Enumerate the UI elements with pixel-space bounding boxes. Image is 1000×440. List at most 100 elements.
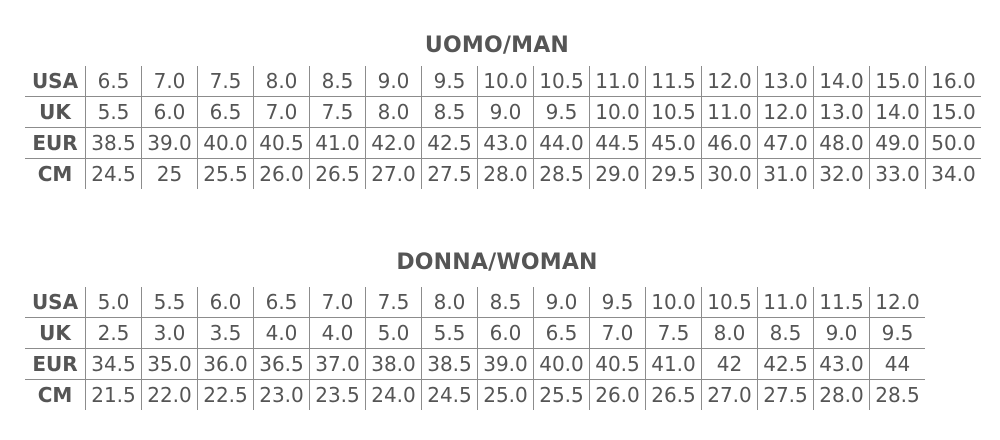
size-cell: 22.5 bbox=[197, 379, 254, 410]
size-cell: 42 bbox=[701, 348, 758, 380]
size-cell: 24.5 bbox=[421, 379, 478, 410]
size-cell: 7.5 bbox=[309, 96, 366, 128]
size-cell: 28.0 bbox=[477, 158, 534, 189]
size-cell: 23.0 bbox=[253, 379, 310, 410]
table-row: USA 5.0 5.5 6.0 6.5 7.0 7.5 8.0 8.5 9.0 9.5 10.0 10.… bbox=[25, 287, 925, 318]
size-cell: 44.5 bbox=[589, 127, 646, 159]
size-cell: 10.5 bbox=[701, 287, 758, 318]
size-cell: 8.5 bbox=[309, 66, 366, 97]
size-cell: 9.5 bbox=[869, 317, 925, 349]
size-cell: 41.0 bbox=[645, 348, 702, 380]
size-cell: 36.0 bbox=[197, 348, 254, 380]
row-label: UK bbox=[25, 317, 86, 349]
size-cell: 3.5 bbox=[197, 317, 254, 349]
size-cell: 27.5 bbox=[421, 158, 478, 189]
size-cell: 40.5 bbox=[253, 127, 310, 159]
size-cell: 7.5 bbox=[197, 66, 254, 97]
size-cell: 33.0 bbox=[869, 158, 926, 189]
size-cell: 39.0 bbox=[477, 348, 534, 380]
size-cell: 4.0 bbox=[253, 317, 310, 349]
size-cell: 6.0 bbox=[197, 287, 254, 318]
size-cell: 4.0 bbox=[309, 317, 366, 349]
size-cell: 12.0 bbox=[869, 287, 925, 318]
size-cell: 36.5 bbox=[253, 348, 310, 380]
size-cell: 6.5 bbox=[197, 96, 254, 128]
size-cell: 13.0 bbox=[813, 96, 870, 128]
size-cell: 24.0 bbox=[365, 379, 422, 410]
size-cell: 9.0 bbox=[813, 317, 870, 349]
men-size-chart-title: UOMO/MAN bbox=[424, 33, 570, 58]
size-cell: 13.0 bbox=[757, 66, 814, 97]
size-cell: 29.0 bbox=[589, 158, 646, 189]
table-row: CM 24.5 25 25.5 26.0 26.5 27.0 27.5 28.0 28.5 29.0… bbox=[25, 158, 981, 189]
size-cell: 43.0 bbox=[813, 348, 870, 380]
size-cell: 42.5 bbox=[757, 348, 814, 380]
size-cell: 34.5 bbox=[85, 348, 142, 380]
size-cell: 12.0 bbox=[701, 66, 758, 97]
table-row: EUR 34.5 35.0 36.0 36.5 37.0 38.0 38.5 39.0 40.0 4… bbox=[25, 348, 925, 380]
size-cell: 49.0 bbox=[869, 127, 926, 159]
size-cell: 2.5 bbox=[85, 317, 142, 349]
size-cell: 8.5 bbox=[757, 317, 814, 349]
size-cell: 40.0 bbox=[197, 127, 254, 159]
size-cell: 25.5 bbox=[197, 158, 254, 189]
size-cell: 26.5 bbox=[645, 379, 702, 410]
size-cell: 40.5 bbox=[589, 348, 646, 380]
row-label: USA bbox=[31, 290, 79, 314]
size-cell: 43.0 bbox=[477, 127, 534, 159]
size-cell: 21.5 bbox=[85, 379, 142, 410]
size-cell: 11.0 bbox=[589, 66, 646, 97]
size-cell: 10.5 bbox=[533, 66, 590, 97]
size-cell: 27.0 bbox=[365, 158, 422, 189]
size-cell: 7.5 bbox=[365, 287, 422, 318]
size-cell: 8.0 bbox=[421, 287, 478, 318]
table-row: UK 2.5 3.0 3.5 4.0 4.0 5.0 5.5 6.0 6.5 7.0 7.5 8.0 8.… bbox=[25, 317, 925, 349]
size-cell: 45.0 bbox=[645, 127, 702, 159]
size-cell: 35.0 bbox=[141, 348, 198, 380]
size-cell: 28.5 bbox=[869, 379, 925, 410]
size-cell: 28.0 bbox=[813, 379, 870, 410]
size-cell: 7.5 bbox=[645, 317, 702, 349]
size-cell: 8.5 bbox=[477, 287, 534, 318]
size-cell: 7.0 bbox=[141, 66, 198, 97]
size-cell: 22.0 bbox=[141, 379, 198, 410]
size-cell: 31.0 bbox=[757, 158, 814, 189]
row-label: CM bbox=[25, 158, 86, 189]
size-cell: 50.0 bbox=[925, 127, 981, 159]
size-cell: 27.0 bbox=[701, 379, 758, 410]
table-row: USA 6.5 7.0 7.5 8.0 8.5 9.0 9.5 10.0 10.5 11.0 11.5… bbox=[25, 66, 981, 97]
size-cell: 5.5 bbox=[141, 287, 198, 318]
row-label: EUR bbox=[25, 348, 86, 380]
size-cell: 10.5 bbox=[645, 96, 702, 128]
size-cell: 6.0 bbox=[141, 96, 198, 128]
size-cell: 25 bbox=[141, 158, 198, 189]
men-size-table: USA 6.5 7.0 7.5 8.0 8.5 9.0 9.5 10.0 10.5 11.0 11.5… bbox=[25, 66, 981, 189]
size-cell: 15.0 bbox=[925, 96, 981, 128]
size-cell: 30.0 bbox=[701, 158, 758, 189]
size-cell: 9.0 bbox=[533, 287, 590, 318]
size-cell: 46.0 bbox=[701, 127, 758, 159]
size-cell: 7.0 bbox=[253, 96, 310, 128]
size-cell: 26.5 bbox=[309, 158, 366, 189]
size-cell: 38.5 bbox=[421, 348, 478, 380]
size-cell: 10.0 bbox=[477, 66, 534, 97]
size-cell: 6.5 bbox=[85, 66, 142, 97]
size-cell: 25.0 bbox=[477, 379, 534, 410]
size-cell: 32.0 bbox=[813, 158, 870, 189]
size-cell: 48.0 bbox=[813, 127, 870, 159]
row-label: CM bbox=[25, 379, 86, 410]
row-label: EUR bbox=[25, 127, 86, 159]
size-cell: 23.5 bbox=[309, 379, 366, 410]
size-cell: 9.5 bbox=[533, 96, 590, 128]
size-cell: 11.0 bbox=[701, 96, 758, 128]
size-cell: 38.0 bbox=[365, 348, 422, 380]
size-cell: 6.5 bbox=[253, 287, 310, 318]
size-cell: 8.0 bbox=[701, 317, 758, 349]
size-cell: 15.0 bbox=[869, 66, 926, 97]
size-cell: 5.5 bbox=[85, 96, 142, 128]
size-cell: 10.0 bbox=[645, 287, 702, 318]
size-cell: 10.0 bbox=[589, 96, 646, 128]
size-cell: 11.5 bbox=[645, 66, 702, 97]
women-size-table: USA 5.0 5.5 6.0 6.5 7.0 7.5 8.0 8.5 9.0 9.5 10.0 10.… bbox=[25, 287, 925, 410]
size-cell: 42.5 bbox=[421, 127, 478, 159]
